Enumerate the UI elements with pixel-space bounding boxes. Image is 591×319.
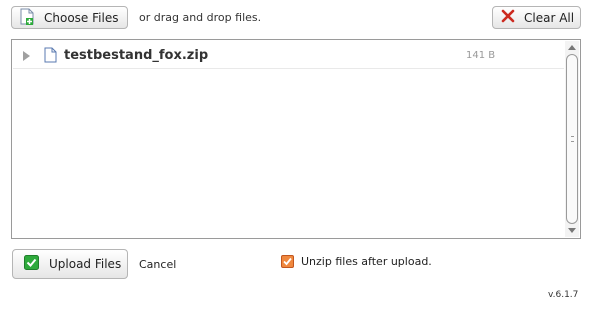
choose-files-button[interactable]: Choose Files xyxy=(11,6,128,29)
choose-files-label: Choose Files xyxy=(44,10,119,25)
file-name: testbestand_fox.zip xyxy=(64,48,209,63)
scroll-up-arrow-icon[interactable] xyxy=(568,45,576,50)
file-add-icon xyxy=(20,8,34,28)
green-check-icon xyxy=(24,255,39,273)
grip-icon xyxy=(571,136,574,142)
vertical-scrollbar[interactable] xyxy=(565,41,579,237)
file-list-panel[interactable]: testbestand_fox.zip 141 B xyxy=(11,39,581,239)
scrollbar-thumb[interactable] xyxy=(566,54,578,224)
clear-all-button[interactable]: Clear All xyxy=(492,6,581,29)
triangle-right-icon[interactable] xyxy=(23,51,30,61)
clear-all-label: Clear All xyxy=(524,10,575,25)
upload-files-label: Upload Files xyxy=(49,257,122,271)
version-text: v.6.1.7 xyxy=(548,290,579,300)
upload-files-button[interactable]: Upload Files xyxy=(12,249,128,279)
unzip-checkbox[interactable] xyxy=(281,255,294,268)
unzip-label: Unzip files after upload. xyxy=(301,255,432,268)
file-row[interactable]: testbestand_fox.zip 141 B xyxy=(13,42,564,69)
file-icon xyxy=(44,47,57,66)
scroll-down-arrow-icon[interactable] xyxy=(568,228,576,233)
red-x-icon xyxy=(501,9,515,26)
file-size: 141 B xyxy=(466,50,496,61)
cancel-link[interactable]: Cancel xyxy=(139,258,176,271)
drag-drop-hint: or drag and drop files. xyxy=(139,11,262,24)
